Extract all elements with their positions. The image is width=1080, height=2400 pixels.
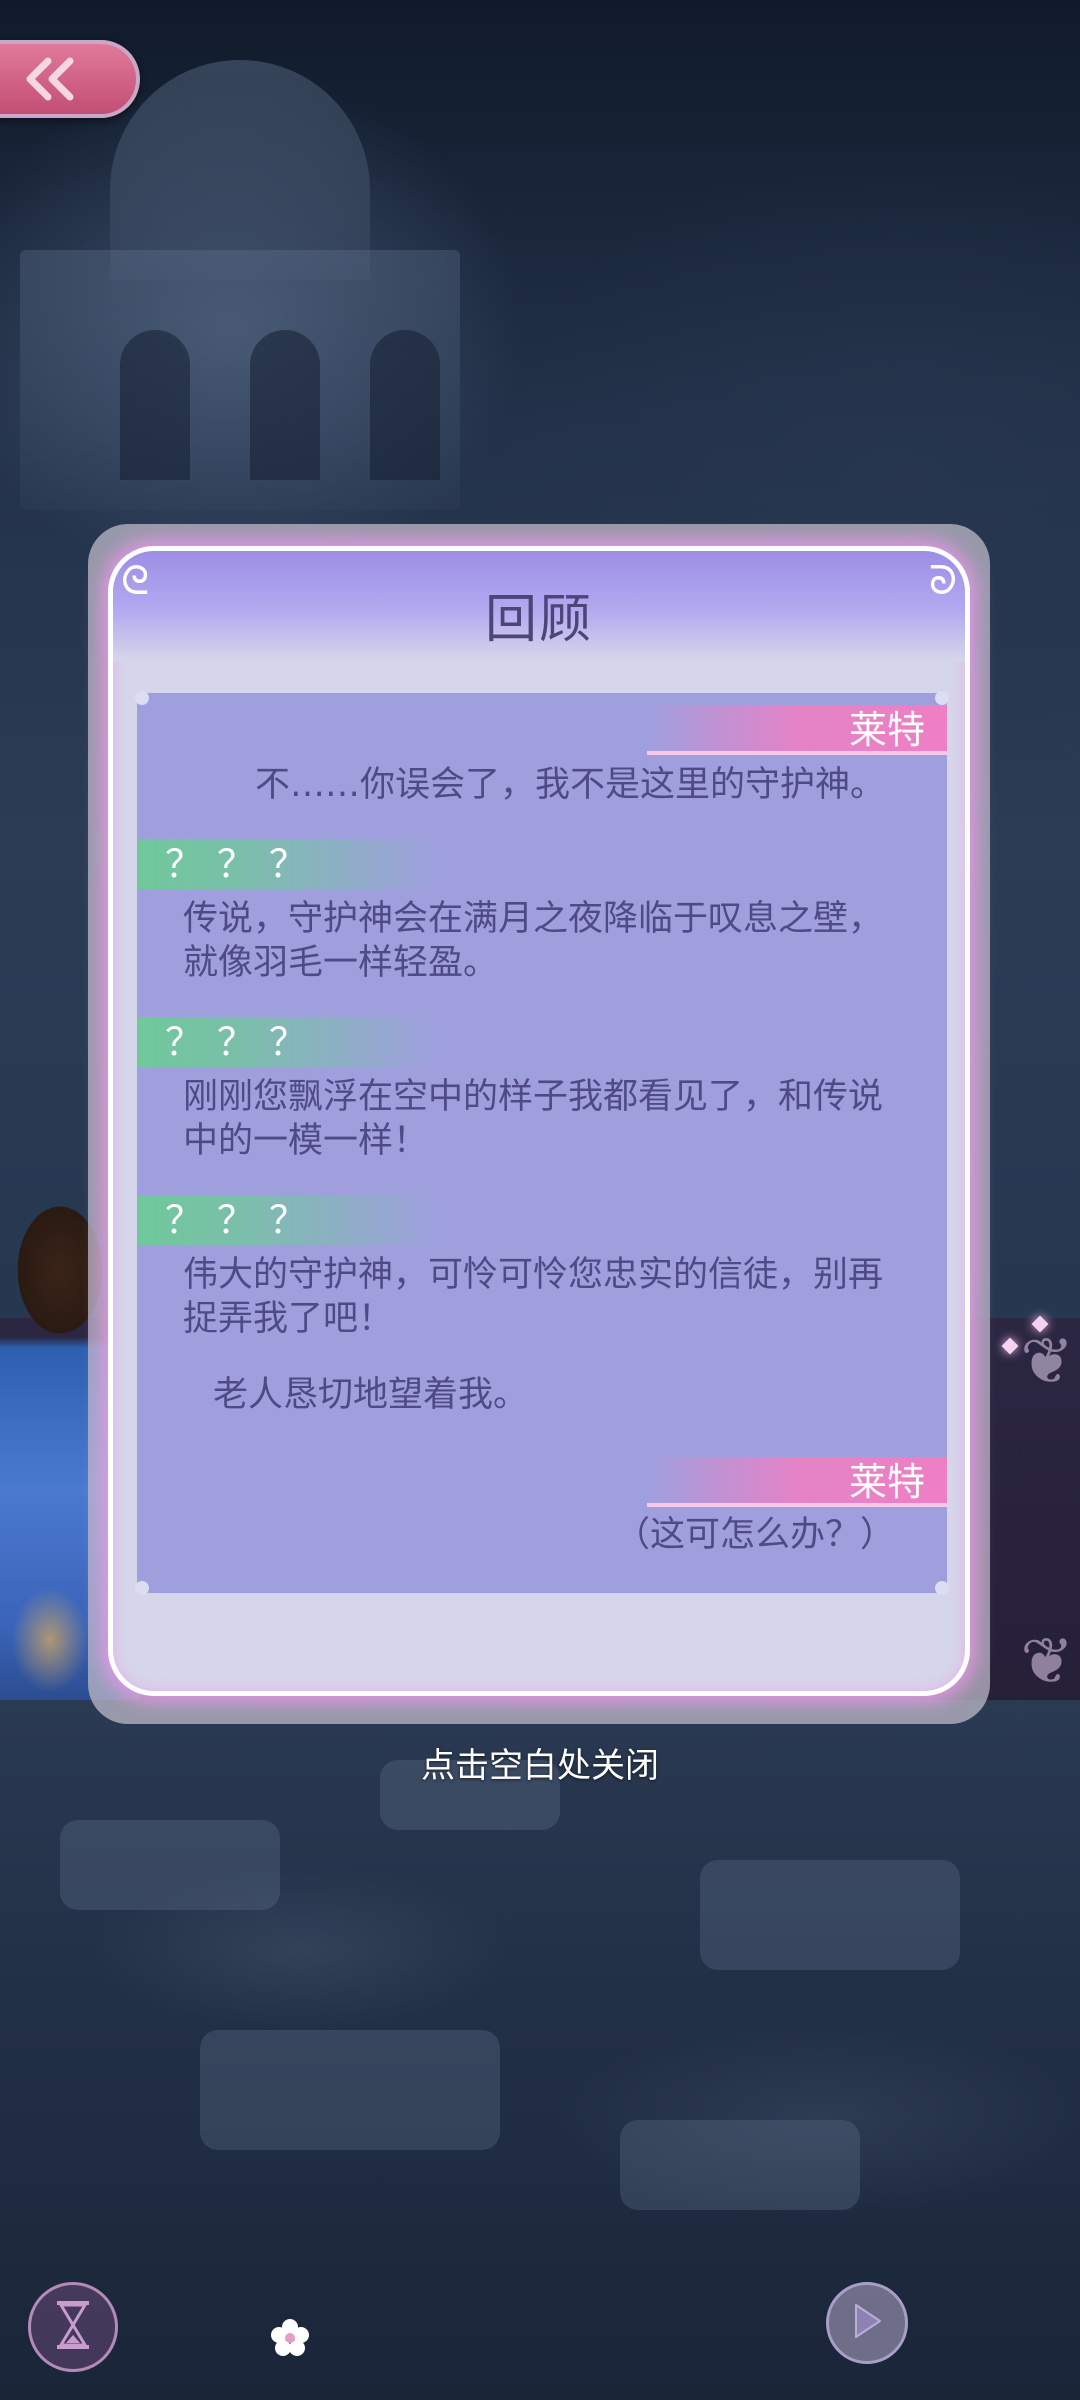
- double-chevron-left-icon: [20, 57, 78, 101]
- dialogue-line: 伟大的守护神，可怜可怜您忠实的信徒，别再: [183, 1255, 884, 1295]
- speaker-tag: ？？？: [137, 839, 437, 889]
- rocky-ground: [0, 1700, 1080, 2400]
- dialogue-line: 不……你误会了，我不是这里的守护神。: [255, 765, 886, 805]
- dialogue-line: 中的一模一样！: [183, 1121, 429, 1161]
- play-icon: [850, 2301, 884, 2345]
- dialogue-line: 刚刚您飘浮在空中的样子我都看见了，和传说: [183, 1077, 884, 1117]
- temple-arch: [120, 330, 190, 480]
- speaker-tag: 莱特: [647, 1457, 947, 1507]
- speaker-tag: ？？？: [137, 1195, 437, 1245]
- dialogue-line: 传说，守护神会在满月之夜降临于叹息之壁，: [183, 899, 884, 939]
- review-dialog: ᘓ ᘐ 回顾 莱特 不……你误会了，我不是这里的守护神。 ？？？ 传说，守护神会…: [108, 546, 970, 1696]
- review-log: 莱特 不……你误会了，我不是这里的守护神。 ？？？ 传说，守护神会在满月之夜降临…: [135, 691, 949, 1595]
- temple-dome: [110, 60, 370, 280]
- back-button[interactable]: [0, 40, 140, 118]
- narration-line: 老人恳切地望着我。: [213, 1375, 529, 1415]
- speaker-tag: ？？？: [137, 1017, 437, 1067]
- dialogue-line: 捉弄我了吧！: [183, 1299, 394, 1339]
- hourglass-icon: [53, 2299, 93, 2355]
- play-button[interactable]: [826, 2282, 908, 2364]
- temple-arch: [370, 330, 440, 480]
- dialogue-line: （这可怎么办？）: [615, 1515, 896, 1555]
- speaker-tag: 莱特: [647, 705, 947, 755]
- swirl-ornament-icon: ❦: [1020, 1625, 1074, 1699]
- flower-icon: [270, 2318, 310, 2358]
- dialogue-line: 就像羽毛一样轻盈。: [183, 943, 499, 983]
- swirl-ornament-icon: ❦: [1020, 1325, 1074, 1399]
- dialog-title: 回顾: [484, 590, 593, 650]
- history-button[interactable]: [28, 2282, 118, 2372]
- close-hint[interactable]: 点击空白处关闭: [0, 1738, 1080, 1787]
- temple-arch: [250, 330, 320, 480]
